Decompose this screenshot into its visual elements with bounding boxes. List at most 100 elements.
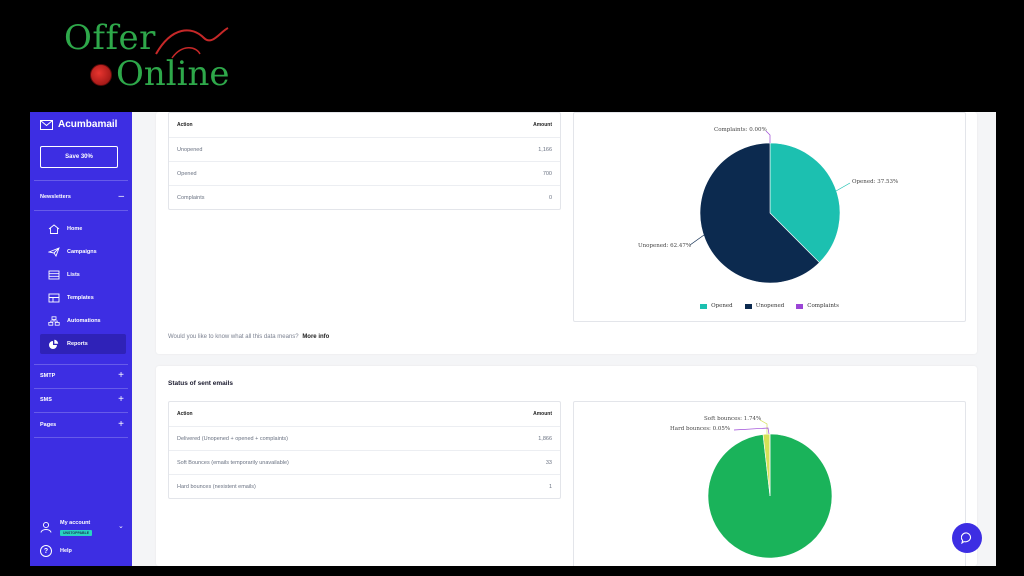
expand-icon[interactable]: + bbox=[118, 371, 124, 381]
legend-label: Unopened bbox=[755, 303, 785, 309]
sidebar-item-label: Reports bbox=[67, 341, 88, 347]
table-row: Delivered (Unopened + opened + complaint… bbox=[169, 426, 560, 450]
app-window: Acumbamail Save 30% Newsletters – Home C… bbox=[30, 112, 996, 566]
legend-item-complaints[interactable]: Complaints bbox=[796, 303, 839, 309]
globe-icon bbox=[90, 64, 112, 86]
logo-word-online: Online bbox=[116, 54, 230, 94]
pie-leader-line bbox=[759, 419, 768, 434]
cell-amount: 1,166 bbox=[538, 146, 552, 153]
sidebar-item-campaigns[interactable]: Campaigns bbox=[40, 242, 126, 262]
plan-badge: UNSTOPPABLE bbox=[60, 530, 92, 536]
sidebar-item-label: Automations bbox=[67, 318, 101, 324]
pie-label-hard-bounces: Hard bounces: 0.05% bbox=[670, 426, 731, 432]
legend-swatch bbox=[796, 303, 804, 309]
reports-icon bbox=[49, 339, 59, 349]
cell-action: Hard bounces (nexistent emails) bbox=[177, 483, 256, 490]
sidebar-item-automations[interactable]: Automations bbox=[40, 311, 126, 331]
screenshot-frame: Offer Online Acumbamail Save 30% Newslet… bbox=[0, 0, 1024, 576]
lists-icon bbox=[48, 270, 60, 280]
table-row: Hard bounces (nexistent emails) 1 bbox=[169, 474, 560, 498]
collapse-icon[interactable]: – bbox=[118, 192, 124, 202]
section-newsletters[interactable]: Newsletters – bbox=[40, 190, 124, 204]
chevron-down-icon[interactable]: ⌄ bbox=[118, 522, 124, 530]
header-amount: Amount bbox=[533, 411, 552, 417]
cell-action: Opened bbox=[177, 170, 197, 177]
cell-action: Unopened bbox=[177, 146, 203, 153]
opens-card: Action Amount Unopened 1,166 Opened 700 … bbox=[156, 112, 977, 354]
sidebar-item-home[interactable]: Home bbox=[40, 219, 126, 239]
save-discount-button[interactable]: Save 30% bbox=[40, 146, 118, 168]
section-smtp[interactable]: SMTP + bbox=[40, 369, 124, 383]
cell-amount: 33 bbox=[545, 459, 552, 466]
help-link[interactable]: ? Help bbox=[40, 545, 72, 557]
divider bbox=[34, 412, 128, 413]
legend-swatch bbox=[744, 303, 752, 309]
paper-plane-icon bbox=[48, 247, 60, 257]
table-row: Opened 700 bbox=[169, 161, 560, 185]
divider bbox=[34, 437, 128, 438]
account-label: My account bbox=[60, 520, 91, 526]
sidebar-item-reports[interactable]: Reports bbox=[40, 334, 126, 354]
expand-icon[interactable]: + bbox=[118, 420, 124, 430]
sidebar-item-label: Templates bbox=[67, 295, 94, 301]
cell-action: Soft Bounces (emails temporarily unavail… bbox=[177, 459, 289, 466]
chat-bubble-icon bbox=[961, 532, 972, 544]
sidebar-item-label: Lists bbox=[67, 272, 80, 278]
table-row: Complaints 0 bbox=[169, 185, 560, 209]
table-header: Action Amount bbox=[169, 113, 560, 137]
divider bbox=[34, 180, 128, 181]
opens-table: Action Amount Unopened 1,166 Opened 700 … bbox=[168, 112, 561, 210]
sidebar-item-lists[interactable]: Lists bbox=[40, 265, 126, 285]
cell-amount: 700 bbox=[542, 170, 552, 177]
envelope-icon bbox=[40, 119, 53, 130]
divider bbox=[34, 210, 128, 211]
cell-amount: 1 bbox=[548, 483, 552, 490]
cell-action: Complaints bbox=[177, 194, 205, 201]
legend-label: Opened bbox=[711, 303, 733, 309]
pie-label-complaints: Complaints: 0.00% bbox=[714, 127, 767, 133]
expand-icon[interactable]: + bbox=[118, 395, 124, 405]
section-label: Pages bbox=[40, 422, 57, 428]
sent-status-card: Status of sent emails Action Amount Deli… bbox=[156, 366, 977, 566]
table-header: Action Amount bbox=[169, 402, 560, 426]
my-account[interactable]: My account UNSTOPPABLE ⌄ bbox=[40, 519, 126, 539]
watermark-logo: Offer Online bbox=[64, 18, 244, 94]
more-info-line: Would you like to know what all this dat… bbox=[168, 334, 329, 340]
section-label: Newsletters bbox=[40, 194, 71, 200]
pie-leader-line bbox=[733, 427, 770, 435]
header-action: Action bbox=[177, 411, 193, 417]
automations-icon bbox=[48, 316, 60, 326]
legend-swatch bbox=[700, 303, 708, 309]
more-info-link[interactable]: More info bbox=[302, 334, 329, 340]
user-icon bbox=[40, 521, 52, 533]
section-label: SMTP bbox=[40, 373, 56, 379]
pie-leader-line bbox=[689, 234, 705, 246]
chart-legend: Opened Unopened Complaints bbox=[574, 303, 965, 309]
header-action: Action bbox=[177, 122, 193, 128]
legend-item-opened[interactable]: Opened bbox=[700, 303, 733, 309]
cell-action: Delivered (Unopened + opened + complaint… bbox=[177, 435, 288, 442]
sidebar: Acumbamail Save 30% Newsletters – Home C… bbox=[30, 112, 132, 566]
divider bbox=[34, 364, 128, 365]
section-sms[interactable]: SMS + bbox=[40, 393, 124, 407]
home-icon bbox=[48, 224, 60, 234]
table-row: Soft Bounces (emails temporarily unavail… bbox=[169, 450, 560, 474]
section-title: Status of sent emails bbox=[168, 380, 234, 387]
chat-button[interactable] bbox=[952, 523, 982, 553]
logo-word-offer: Offer bbox=[64, 18, 156, 58]
header-amount: Amount bbox=[533, 122, 552, 128]
sidebar-item-label: Home bbox=[67, 226, 83, 232]
table-row: Unopened 1,166 bbox=[169, 137, 560, 161]
cell-amount: 1,866 bbox=[538, 435, 552, 442]
help-icon: ? bbox=[40, 545, 52, 557]
pie-chart-svg bbox=[707, 419, 833, 559]
brand[interactable]: Acumbamail bbox=[40, 119, 117, 130]
sent-pie-chart: Soft bounces: 1.74% Hard bounces: 0.05% bbox=[573, 401, 966, 566]
legend-label: Complaints bbox=[807, 303, 839, 309]
section-pages[interactable]: Pages + bbox=[40, 418, 124, 432]
more-info-text: Would you like to know what all this dat… bbox=[168, 334, 299, 340]
section-label: SMS bbox=[40, 397, 52, 403]
sidebar-item-label: Campaigns bbox=[67, 249, 97, 255]
legend-item-unopened[interactable]: Unopened bbox=[744, 303, 785, 309]
sidebar-item-templates[interactable]: Templates bbox=[40, 288, 126, 308]
